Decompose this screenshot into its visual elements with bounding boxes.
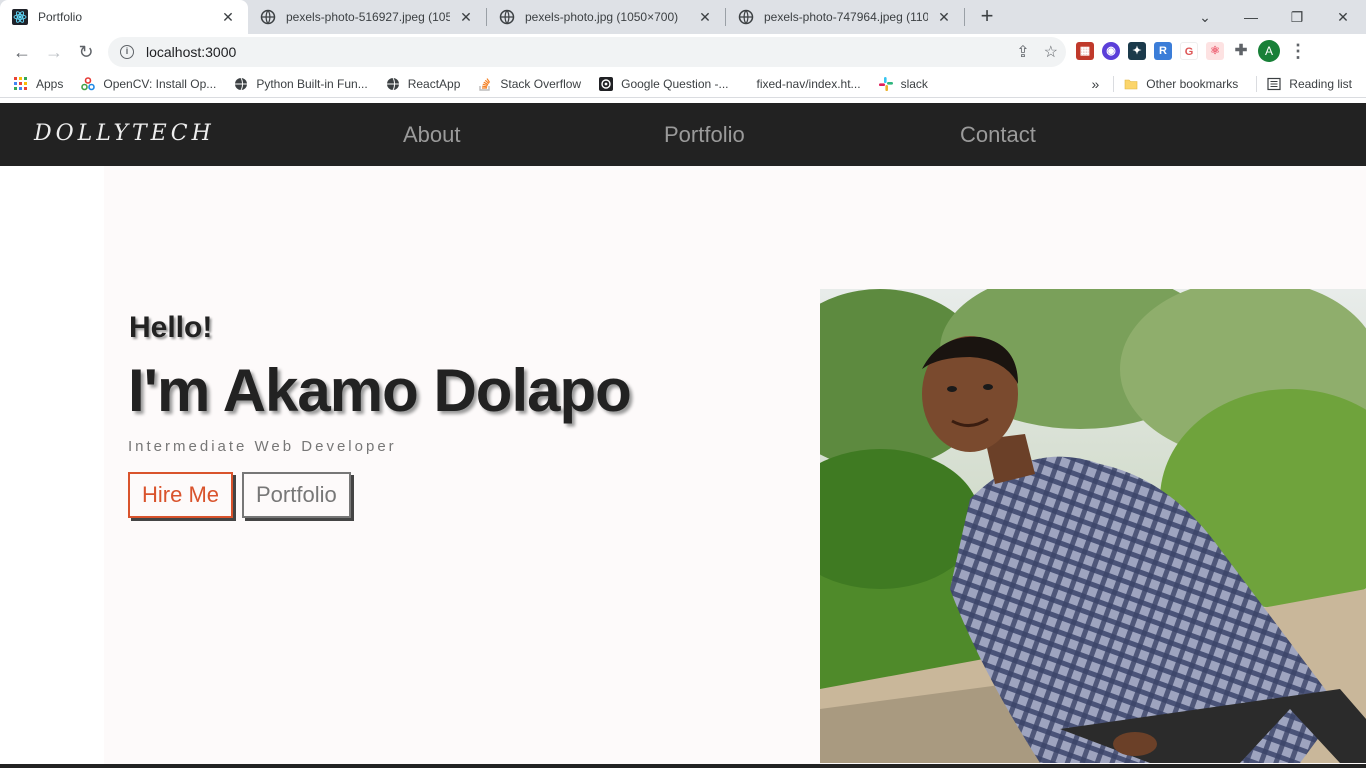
tab-title: pexels-photo-516927.jpeg (1050 [286, 10, 450, 24]
extension-icons: ▦ ◉ ✦ R G ⚛ ✚ A ⋮ [1076, 40, 1308, 62]
address-url[interactable]: localhost:3000 [146, 44, 236, 60]
window-controls: ⌄ — ❐ ✕ [1182, 0, 1366, 34]
browser-tab-strip: Portfolio ✕ pexels-photo-516927.jpeg (10… [0, 0, 1366, 34]
hero-role: Intermediate Web Developer [128, 438, 397, 455]
tab-portfolio[interactable]: Portfolio ✕ [0, 0, 248, 34]
hero-section: Hello! I'm Akamo Dolapo Intermediate Web… [0, 166, 1366, 768]
bookmarks-right: » Other bookmarks Reading list [1091, 70, 1366, 98]
bookmark-label: Python Built-in Fun... [256, 76, 368, 91]
bookmark-slack[interactable]: slack [878, 76, 928, 91]
globe-icon [260, 9, 276, 25]
close-icon[interactable]: ✕ [936, 9, 952, 25]
menu-icon[interactable]: ⋮ [1288, 41, 1308, 62]
more-bookmarks-icon[interactable]: » [1091, 76, 1099, 92]
hero-greeting: Hello! [129, 311, 213, 344]
apps-grid-icon [14, 76, 27, 90]
bookmark-label: OpenCV: Install Op... [103, 76, 217, 91]
browser-toolbar: ← → ↻ i localhost:3000 ⇪ ☆ ▦ ◉ ✦ R G ⚛ ✚… [0, 34, 1366, 70]
site-navbar: DOLLYTECH About Portfolio Contact [0, 103, 1366, 166]
bookmark-label: slack [900, 76, 928, 91]
nav-portfolio[interactable]: Portfolio [664, 122, 745, 148]
profile-photo [820, 289, 1366, 763]
extension-react-icon[interactable]: ⚛ [1206, 42, 1224, 60]
new-tab-button[interactable]: + [973, 3, 1001, 31]
bookmark-label: ReactApp [407, 76, 461, 91]
tab-separator [964, 8, 965, 26]
bookmarks-bar: Apps OpenCV: Install Op... Python Built-… [0, 70, 1366, 98]
bookmark-label: Apps [36, 76, 64, 91]
bookmark-reactapp[interactable]: ReactApp [386, 76, 461, 91]
bookmark-python[interactable]: Python Built-in Fun... [234, 76, 368, 91]
extension-network-icon[interactable]: ✦ [1128, 42, 1146, 60]
bookmark-label: fixed-nav/index.ht... [756, 76, 861, 91]
site-info-icon[interactable]: i [120, 45, 134, 59]
folder-icon [1124, 79, 1138, 90]
reading-list[interactable]: Reading list [1267, 77, 1352, 91]
extension-red-icon[interactable]: ▦ [1076, 42, 1094, 60]
close-icon[interactable]: ✕ [220, 9, 236, 25]
site-logo[interactable]: DOLLYTECH [34, 121, 215, 146]
bookmark-google-question[interactable]: Google Question -... [599, 76, 729, 91]
extension-gt-icon[interactable]: G [1180, 42, 1198, 60]
tab-title: pexels-photo-747964.jpeg (1109 [764, 10, 928, 24]
tab-title: pexels-photo.jpg (1050×700) [525, 10, 679, 24]
page-bottom-border [0, 764, 1366, 768]
restore-icon[interactable]: ❐ [1274, 0, 1320, 34]
close-icon[interactable]: ✕ [458, 9, 474, 25]
target-icon [599, 76, 614, 91]
divider [1113, 76, 1115, 92]
bookmark-fixed-nav[interactable]: fixed-nav/index.ht... [757, 77, 861, 91]
reload-icon[interactable]: ↻ [70, 36, 102, 68]
extension-r-icon[interactable]: R [1154, 42, 1172, 60]
address-bar[interactable]: i localhost:3000 ⇪ ☆ [108, 37, 1066, 67]
reading-list-icon [1267, 77, 1281, 91]
bookmark-star-icon[interactable]: ☆ [1044, 42, 1058, 62]
share-icon[interactable]: ⇪ [1016, 42, 1029, 62]
bookmark-label: Reading list [1289, 77, 1352, 91]
globe-icon [235, 77, 248, 90]
globe-icon [386, 77, 399, 90]
hire-me-button[interactable]: Hire Me [128, 472, 234, 518]
tab-title: Portfolio [38, 10, 83, 24]
globe-icon [738, 9, 754, 25]
slack-icon [878, 76, 893, 91]
stackoverflow-icon [479, 77, 491, 91]
tab-search-icon[interactable]: ⌄ [1182, 0, 1228, 34]
bookmark-opencv[interactable]: OpenCV: Install Op... [81, 77, 216, 91]
tab-pexels-747964[interactable]: pexels-photo-747964.jpeg (1109 ✕ [726, 0, 964, 34]
globe-icon [499, 9, 515, 25]
opencv-icon [81, 76, 96, 90]
back-icon[interactable]: ← [6, 36, 38, 68]
bookmark-stackoverflow[interactable]: Stack Overflow [478, 77, 581, 91]
divider [1256, 76, 1258, 92]
puzzle-icon[interactable]: ✚ [1232, 42, 1250, 60]
window-close-icon[interactable]: ✕ [1320, 0, 1366, 34]
tab-pexels-516927[interactable]: pexels-photo-516927.jpeg (1050 ✕ [248, 0, 486, 34]
extension-chat-icon[interactable]: ◉ [1102, 42, 1120, 60]
forward-icon[interactable]: → [38, 36, 70, 68]
portfolio-button[interactable]: Portfolio [242, 472, 351, 518]
tab-pexels-photo[interactable]: pexels-photo.jpg (1050×700) ✕ [487, 0, 725, 34]
bookmark-label: Google Question -... [621, 76, 729, 91]
hero-name: I'm Akamo Dolapo [128, 357, 632, 424]
close-icon[interactable]: ✕ [697, 9, 713, 25]
bookmark-apps[interactable]: Apps [14, 76, 64, 91]
bookmark-label: Other bookmarks [1146, 77, 1239, 91]
minimize-icon[interactable]: — [1228, 0, 1274, 34]
react-icon [12, 9, 28, 25]
nav-about[interactable]: About [403, 122, 461, 148]
bookmark-other[interactable]: Other bookmarks [1124, 77, 1238, 91]
profile-avatar[interactable]: A [1258, 40, 1280, 62]
bookmark-label: Stack Overflow [500, 76, 582, 91]
nav-contact[interactable]: Contact [960, 122, 1036, 148]
